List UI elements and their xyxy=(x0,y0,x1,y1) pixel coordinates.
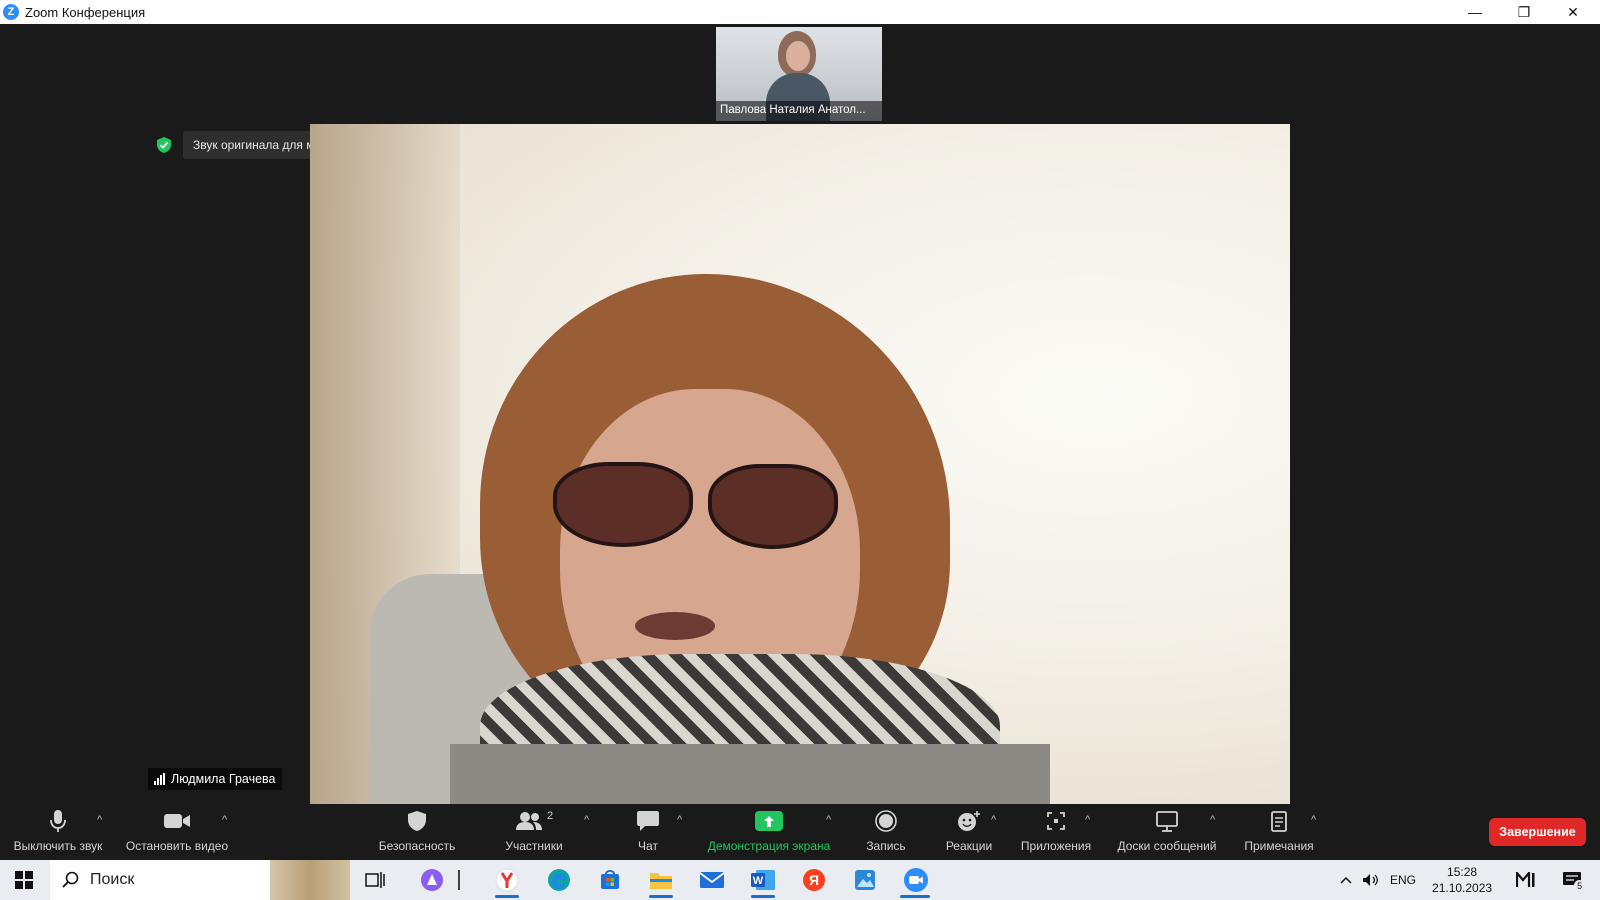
whiteboards-options-caret[interactable]: ^ xyxy=(1210,814,1215,826)
smiley-plus-icon xyxy=(957,806,981,836)
notes-options-caret[interactable]: ^ xyxy=(1311,814,1316,826)
mute-button[interactable]: Выключить звук xyxy=(8,804,108,860)
security-button[interactable]: Безопасность xyxy=(372,804,462,860)
whiteboards-button[interactable]: Доски сообщений xyxy=(1112,804,1222,860)
reactions-label: Реакции xyxy=(945,839,993,853)
yandex-icon[interactable]: Я xyxy=(800,866,828,894)
video-sweater xyxy=(450,744,1050,804)
title-bar: Z Zoom Конференция — ❐ ✕ xyxy=(0,0,1600,24)
stop-video-label: Остановить видео xyxy=(125,839,229,853)
chat-label: Чат xyxy=(638,839,658,853)
word-running-indicator xyxy=(751,895,775,898)
signal-bars-icon xyxy=(154,773,166,785)
svg-text:Я: Я xyxy=(809,872,819,888)
notes-button[interactable]: Примечания xyxy=(1240,804,1318,860)
restore-button[interactable]: ❐ xyxy=(1501,0,1547,24)
notes-icon xyxy=(1269,806,1289,836)
clock-date: 21.10.2023 xyxy=(1432,881,1493,895)
apps-icon xyxy=(1045,806,1067,836)
zoom-taskbar-icon[interactable] xyxy=(902,866,930,894)
share-screen-icon xyxy=(755,811,783,831)
clock-time: 15:28 xyxy=(1447,865,1478,879)
zoom-running-indicator xyxy=(900,895,930,898)
video-person-mouth xyxy=(635,612,715,640)
zoom-logo-icon: Z xyxy=(3,4,19,20)
whiteboards-label: Доски сообщений xyxy=(1117,839,1217,853)
search-highlight-image xyxy=(270,860,350,900)
separator-icon xyxy=(455,866,463,894)
mute-label: Выключить звук xyxy=(13,839,103,853)
audio-options-caret[interactable]: ^ xyxy=(97,814,102,826)
svg-text:W: W xyxy=(753,875,764,887)
minimize-button[interactable]: — xyxy=(1452,0,1498,24)
chat-options-caret[interactable]: ^ xyxy=(677,814,682,826)
clock[interactable]: 15:28 21.10.2023 xyxy=(1432,864,1492,896)
thumbnail-name-label: Павлова Наталия Анатол... xyxy=(716,101,882,121)
security-label: Безопасность xyxy=(378,839,456,853)
reactions-options-caret[interactable]: ^ xyxy=(991,814,996,826)
participants-label: Участники xyxy=(505,839,563,853)
edge-browser-icon[interactable] xyxy=(545,866,573,894)
language-indicator[interactable]: ENG xyxy=(1390,873,1416,887)
reactions-button[interactable]: Реакции xyxy=(937,804,1001,860)
microsoft-store-icon[interactable] xyxy=(596,866,624,894)
participants-options-caret[interactable]: ^ xyxy=(584,814,589,826)
share-screen-icon-wrapper xyxy=(755,806,783,836)
speaker-name: Людмила Грачева xyxy=(171,772,276,786)
photos-icon[interactable] xyxy=(851,866,879,894)
mail-icon[interactable] xyxy=(698,866,726,894)
video-glasses-left xyxy=(553,462,693,547)
notifications-icon[interactable]: 5 xyxy=(1562,871,1586,891)
record-button[interactable]: Запись xyxy=(858,804,914,860)
microphone-icon xyxy=(49,806,67,836)
notification-count: 5 xyxy=(1574,880,1586,891)
chat-button[interactable]: Чат xyxy=(620,804,676,860)
shield-check-icon xyxy=(155,136,173,154)
file-explorer-icon[interactable] xyxy=(647,866,675,894)
yandex-browser-icon[interactable] xyxy=(493,866,521,894)
video-glasses-right xyxy=(708,464,838,549)
participants-icon: 2 xyxy=(515,806,553,836)
apps-button[interactable]: Приложения xyxy=(1018,804,1094,860)
video-camera-icon xyxy=(163,806,191,836)
share-screen-button[interactable]: Демонстрация экрана xyxy=(700,804,838,860)
end-meeting-button[interactable]: Завершение xyxy=(1489,818,1586,846)
record-icon xyxy=(875,806,897,836)
thumbnail-person-face xyxy=(786,41,810,71)
search-icon xyxy=(62,871,80,889)
volume-icon[interactable] xyxy=(1362,873,1380,887)
chat-bubble-icon xyxy=(636,806,660,836)
participants-count: 2 xyxy=(546,810,554,822)
notes-label: Примечания xyxy=(1244,839,1314,853)
meet-now-icon[interactable] xyxy=(1516,872,1536,888)
apps-label: Приложения xyxy=(1020,839,1092,853)
video-options-caret[interactable]: ^ xyxy=(222,814,227,826)
alice-assistant-icon[interactable] xyxy=(418,866,446,894)
shield-icon xyxy=(407,806,427,836)
share-options-caret[interactable]: ^ xyxy=(826,814,831,826)
window-title: Zoom Конференция xyxy=(25,4,146,20)
tray-chevron-up-icon[interactable] xyxy=(1340,876,1352,884)
participant-thumbnail[interactable]: Павлова Наталия Анатол... xyxy=(716,27,882,121)
system-tray: ENG 15:28 21.10.2023 5 xyxy=(1340,860,1586,900)
participants-button[interactable]: 2 Участники xyxy=(494,804,574,860)
explorer-running-indicator xyxy=(649,895,673,898)
meeting-area: Павлова Наталия Анатол... Звук оригинала… xyxy=(0,24,1600,804)
yandex-running-indicator xyxy=(495,895,519,898)
windows-start-icon[interactable] xyxy=(10,866,38,894)
whiteboard-icon xyxy=(1155,806,1179,836)
speaker-name-tag: Людмила Грачева xyxy=(148,768,282,790)
search-placeholder: Поиск xyxy=(90,871,135,888)
windows-taskbar: Поиск W Я ENG 15:28 21.10.2023 5 xyxy=(0,860,1600,900)
task-view-icon[interactable] xyxy=(361,866,389,894)
share-screen-label: Демонстрация экрана xyxy=(707,839,831,853)
main-video[interactable] xyxy=(310,124,1290,804)
word-icon[interactable]: W xyxy=(749,866,777,894)
close-button[interactable]: ✕ xyxy=(1550,0,1596,24)
apps-options-caret[interactable]: ^ xyxy=(1085,814,1090,826)
record-label: Запись xyxy=(866,839,906,853)
stop-video-button[interactable]: Остановить видео xyxy=(121,804,233,860)
meeting-toolbar: Выключить звук ^ Остановить видео ^ Безо… xyxy=(0,804,1600,860)
